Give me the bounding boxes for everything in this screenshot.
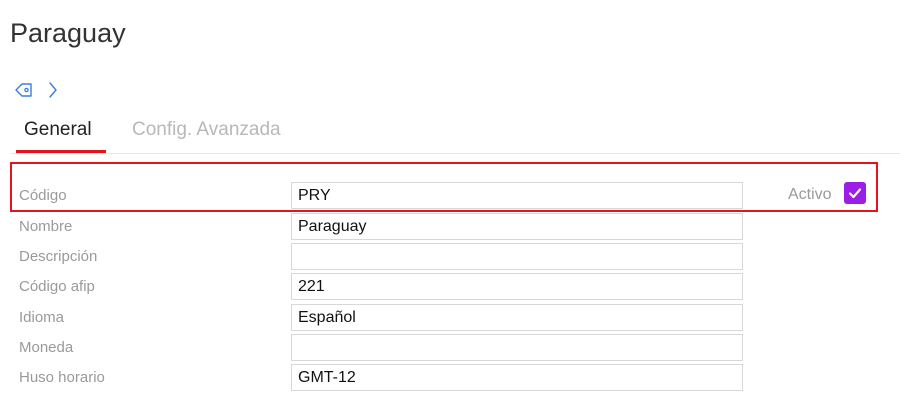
moneda-input[interactable] — [291, 334, 743, 361]
form-row-huso-horario: Huso horario — [0, 364, 900, 392]
tab-config-avanzada[interactable]: Config. Avanzada — [132, 117, 281, 153]
nombre-label: Nombre — [19, 218, 73, 235]
tab-general[interactable]: General — [16, 117, 106, 153]
breadcrumb — [14, 80, 58, 100]
form-row-codigo: Código — [0, 182, 900, 210]
tag-icon[interactable] — [14, 81, 34, 99]
chevron-right-icon[interactable] — [48, 81, 58, 99]
nombre-input[interactable] — [291, 213, 743, 240]
page-title: Paraguay — [10, 18, 126, 48]
form-row-codigo-afip: Código afip — [0, 273, 900, 301]
form-row-idioma: Idioma — [0, 304, 900, 332]
codigo-afip-label: Código afip — [19, 278, 95, 295]
tab-bar: General Config. Avanzada — [10, 117, 900, 154]
huso-horario-input[interactable] — [291, 364, 743, 391]
codigo-label: Código — [19, 187, 67, 204]
checkmark-icon — [848, 188, 862, 199]
idioma-label: Idioma — [19, 309, 65, 326]
huso-horario-label: Huso horario — [19, 369, 105, 386]
form-row-descripcion: Descripción — [0, 243, 900, 271]
moneda-label: Moneda — [19, 339, 74, 356]
form-row-nombre: Nombre — [0, 213, 900, 241]
codigo-input[interactable] — [291, 182, 743, 209]
activo-label: Activo — [788, 186, 832, 203]
idioma-input[interactable] — [291, 304, 743, 331]
descripcion-input[interactable] — [291, 243, 743, 270]
page: Paraguay General Config. Avanzada Código… — [0, 0, 900, 407]
codigo-afip-input[interactable] — [291, 273, 743, 300]
form-row-moneda: Moneda — [0, 334, 900, 362]
descripcion-label: Descripción — [19, 248, 98, 265]
activo-checkbox[interactable] — [844, 182, 866, 204]
